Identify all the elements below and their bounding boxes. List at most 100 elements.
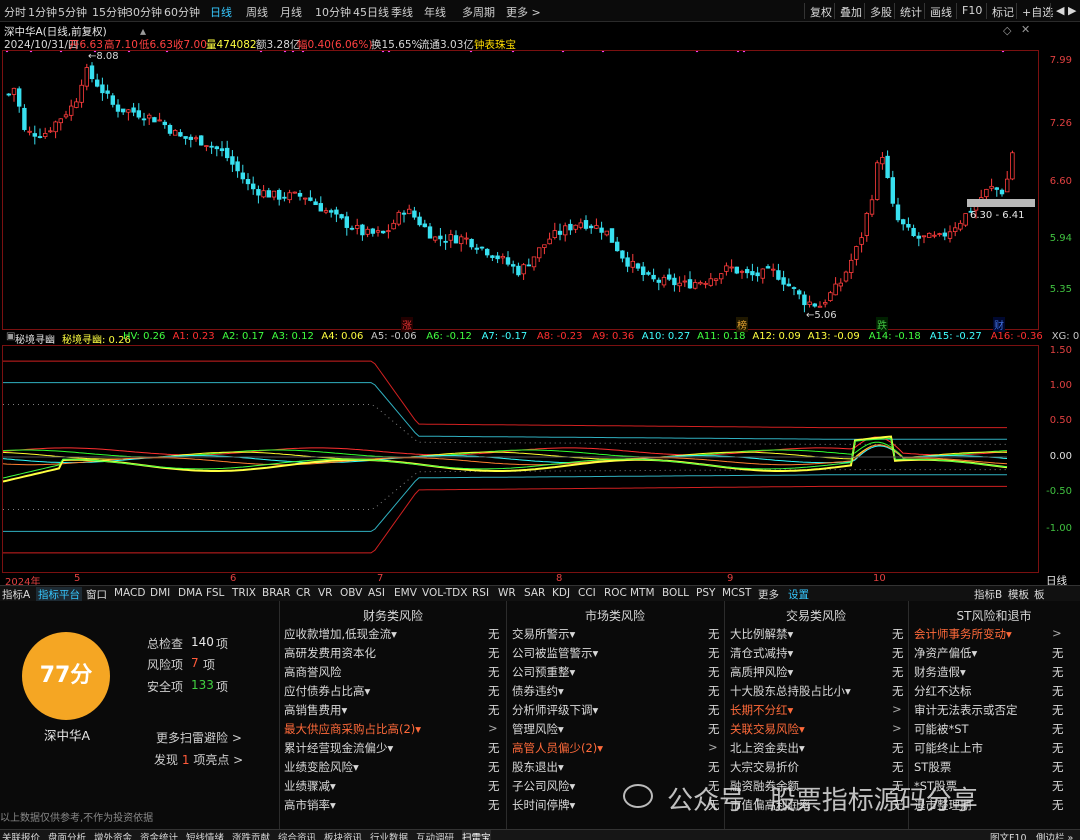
event-marker-die[interactable]: 跌: [876, 317, 888, 332]
indicator-tab[interactable]: WR: [498, 587, 516, 599]
indicator-tab[interactable]: VOL-TDX: [422, 587, 467, 599]
toolbar-button[interactable]: 多股: [864, 3, 897, 19]
indicator-tab[interactable]: MCST: [722, 587, 751, 599]
status-tab[interactable]: 涨跌贡献: [232, 830, 270, 840]
risk-item-value[interactable]: >: [892, 702, 902, 716]
indicator-tab[interactable]: OBV: [340, 587, 362, 599]
more-risk-link[interactable]: 更多扫雷避险 >: [156, 729, 242, 746]
period-tab[interactable]: 日线: [210, 4, 232, 20]
indicator-tab[interactable]: TRIX: [232, 587, 256, 599]
risk-item[interactable]: 清仓式减持▾: [730, 645, 793, 661]
risk-item[interactable]: 会计师事务所变动▾: [914, 626, 1012, 642]
risk-item[interactable]: 高管人员偏少(2)▾: [512, 740, 603, 756]
status-tab[interactable]: 关联报价: [2, 830, 40, 840]
indicator-chart[interactable]: [2, 346, 1038, 572]
tab-extra[interactable]: 板: [1034, 587, 1045, 602]
risk-item[interactable]: 长期不分红▾: [730, 702, 793, 718]
indicator-tab[interactable]: PSY: [696, 587, 715, 599]
indicator-title[interactable]: 秘境寻幽: [15, 331, 55, 346]
status-tab[interactable]: 短线情绪: [186, 830, 224, 840]
indicator-tab[interactable]: FSL: [206, 587, 224, 599]
status-tab[interactable]: 增外资金: [94, 830, 132, 840]
risk-item[interactable]: 大宗交易折价: [730, 759, 799, 775]
risk-item[interactable]: 债券违约▾: [512, 683, 564, 699]
status-tab[interactable]: 板块资讯: [324, 830, 362, 840]
risk-item[interactable]: 公司被监管警示▾: [512, 645, 598, 661]
status-tab[interactable]: 扫雷宝: [462, 830, 491, 840]
indicator-tab[interactable]: 设置: [788, 587, 809, 602]
period-tab[interactable]: 季线: [391, 4, 413, 20]
risk-item[interactable]: 高研发费用资本化: [284, 645, 376, 661]
toolbar-button[interactable]: 标记: [986, 3, 1019, 19]
risk-item[interactable]: 业绩骤减▾: [284, 778, 336, 794]
tab-template[interactable]: 模板: [1008, 587, 1029, 602]
indicator-tab[interactable]: MACD: [114, 587, 145, 599]
period-tab[interactable]: 15分钟: [92, 4, 128, 20]
risk-item[interactable]: 高商誉风险: [284, 664, 342, 680]
f10-button[interactable]: 图文F10: [990, 830, 1027, 840]
indicator-tab[interactable]: ASI: [368, 587, 385, 599]
tab-indicator-b[interactable]: 指标B: [974, 587, 1002, 602]
risk-item[interactable]: 高销售费用▾: [284, 702, 347, 718]
highlight-link[interactable]: 发现 1 项亮点 >: [154, 751, 243, 768]
risk-item[interactable]: 大比例解禁▾: [730, 626, 793, 642]
indicator-tab[interactable]: BRAR: [262, 587, 291, 599]
status-tab[interactable]: 综合资讯: [278, 830, 316, 840]
collapse-icon[interactable]: ▴: [140, 24, 146, 38]
indicator-tab[interactable]: MTM: [630, 587, 655, 599]
risk-item-value[interactable]: >: [892, 721, 902, 735]
status-tab[interactable]: 资金统计: [140, 830, 178, 840]
period-tab[interactable]: 更多 >: [506, 4, 541, 20]
diamond-icon[interactable]: ◇: [1003, 24, 1011, 37]
risk-item-value[interactable]: >: [488, 721, 498, 735]
risk-item[interactable]: 交易所警示▾: [512, 626, 575, 642]
toolbar-button[interactable]: 叠加: [834, 3, 867, 19]
indicator-tab[interactable]: EMV: [394, 587, 417, 599]
indicator-tab[interactable]: 更多: [758, 587, 779, 602]
toolbar-button[interactable]: ◀ ▶: [1050, 3, 1080, 19]
indicator-tab[interactable]: VR: [318, 587, 332, 599]
risk-item[interactable]: 财务造假▾: [914, 664, 966, 680]
risk-item[interactable]: 业绩变脸风险▾: [284, 759, 359, 775]
risk-item[interactable]: 可能终止上市: [914, 740, 983, 756]
status-tab[interactable]: 行业数据: [370, 830, 408, 840]
indicator-tab[interactable]: KDJ: [552, 587, 570, 599]
risk-item[interactable]: 累计经营现金流偏少▾: [284, 740, 393, 756]
period-tab[interactable]: 5分钟: [58, 4, 87, 20]
indicator-tab[interactable]: CCI: [578, 587, 596, 599]
risk-item[interactable]: 管理风险▾: [512, 721, 564, 737]
period-tab[interactable]: 30分钟: [126, 4, 162, 20]
period-tab[interactable]: 分时: [4, 4, 26, 20]
toolbar-button[interactable]: 画线: [924, 3, 957, 19]
event-marker-cai[interactable]: 财: [993, 317, 1005, 332]
risk-item[interactable]: 审计无法表示或否定: [914, 702, 1018, 718]
risk-item-value[interactable]: >: [708, 740, 718, 754]
risk-item[interactable]: 高质押风险▾: [730, 664, 793, 680]
risk-item[interactable]: 高市销率▾: [284, 797, 336, 813]
status-tab[interactable]: 盘面分析: [48, 830, 86, 840]
close-icon[interactable]: ✕: [1021, 23, 1030, 36]
risk-item[interactable]: 公司预重整▾: [512, 664, 575, 680]
indicator-tab[interactable]: 指标A: [2, 587, 30, 602]
period-tab[interactable]: 年线: [424, 4, 446, 20]
risk-item[interactable]: 分析师评级下调▾: [512, 702, 598, 718]
indicator-tab[interactable]: DMA: [178, 587, 202, 599]
indicator-tab[interactable]: RSI: [472, 587, 489, 599]
risk-item[interactable]: 关联交易风险▾: [730, 721, 805, 737]
period-tab[interactable]: 1分钟: [28, 4, 57, 20]
risk-item[interactable]: 净资产偏低▾: [914, 645, 977, 661]
indicator-tab[interactable]: 窗口: [86, 587, 107, 602]
event-marker-zhang[interactable]: 涨: [401, 317, 413, 332]
indicator-tab[interactable]: 指标平台: [36, 587, 82, 602]
period-tab[interactable]: 60分钟: [164, 4, 200, 20]
period-tab[interactable]: 45日线: [353, 4, 389, 20]
indicator-chart-frame[interactable]: [2, 345, 1039, 573]
status-tab[interactable]: 互动调研: [416, 830, 454, 840]
toolbar-button[interactable]: F10: [956, 3, 987, 19]
period-tab[interactable]: 10分钟: [315, 4, 351, 20]
risk-item[interactable]: 可能被*ST: [914, 721, 969, 737]
indicator-tab[interactable]: ROC: [604, 587, 627, 599]
toolbar-button[interactable]: 复权: [804, 3, 837, 19]
indicator-tab[interactable]: SAR: [524, 587, 545, 599]
event-marker-bang[interactable]: 榜: [736, 317, 748, 332]
